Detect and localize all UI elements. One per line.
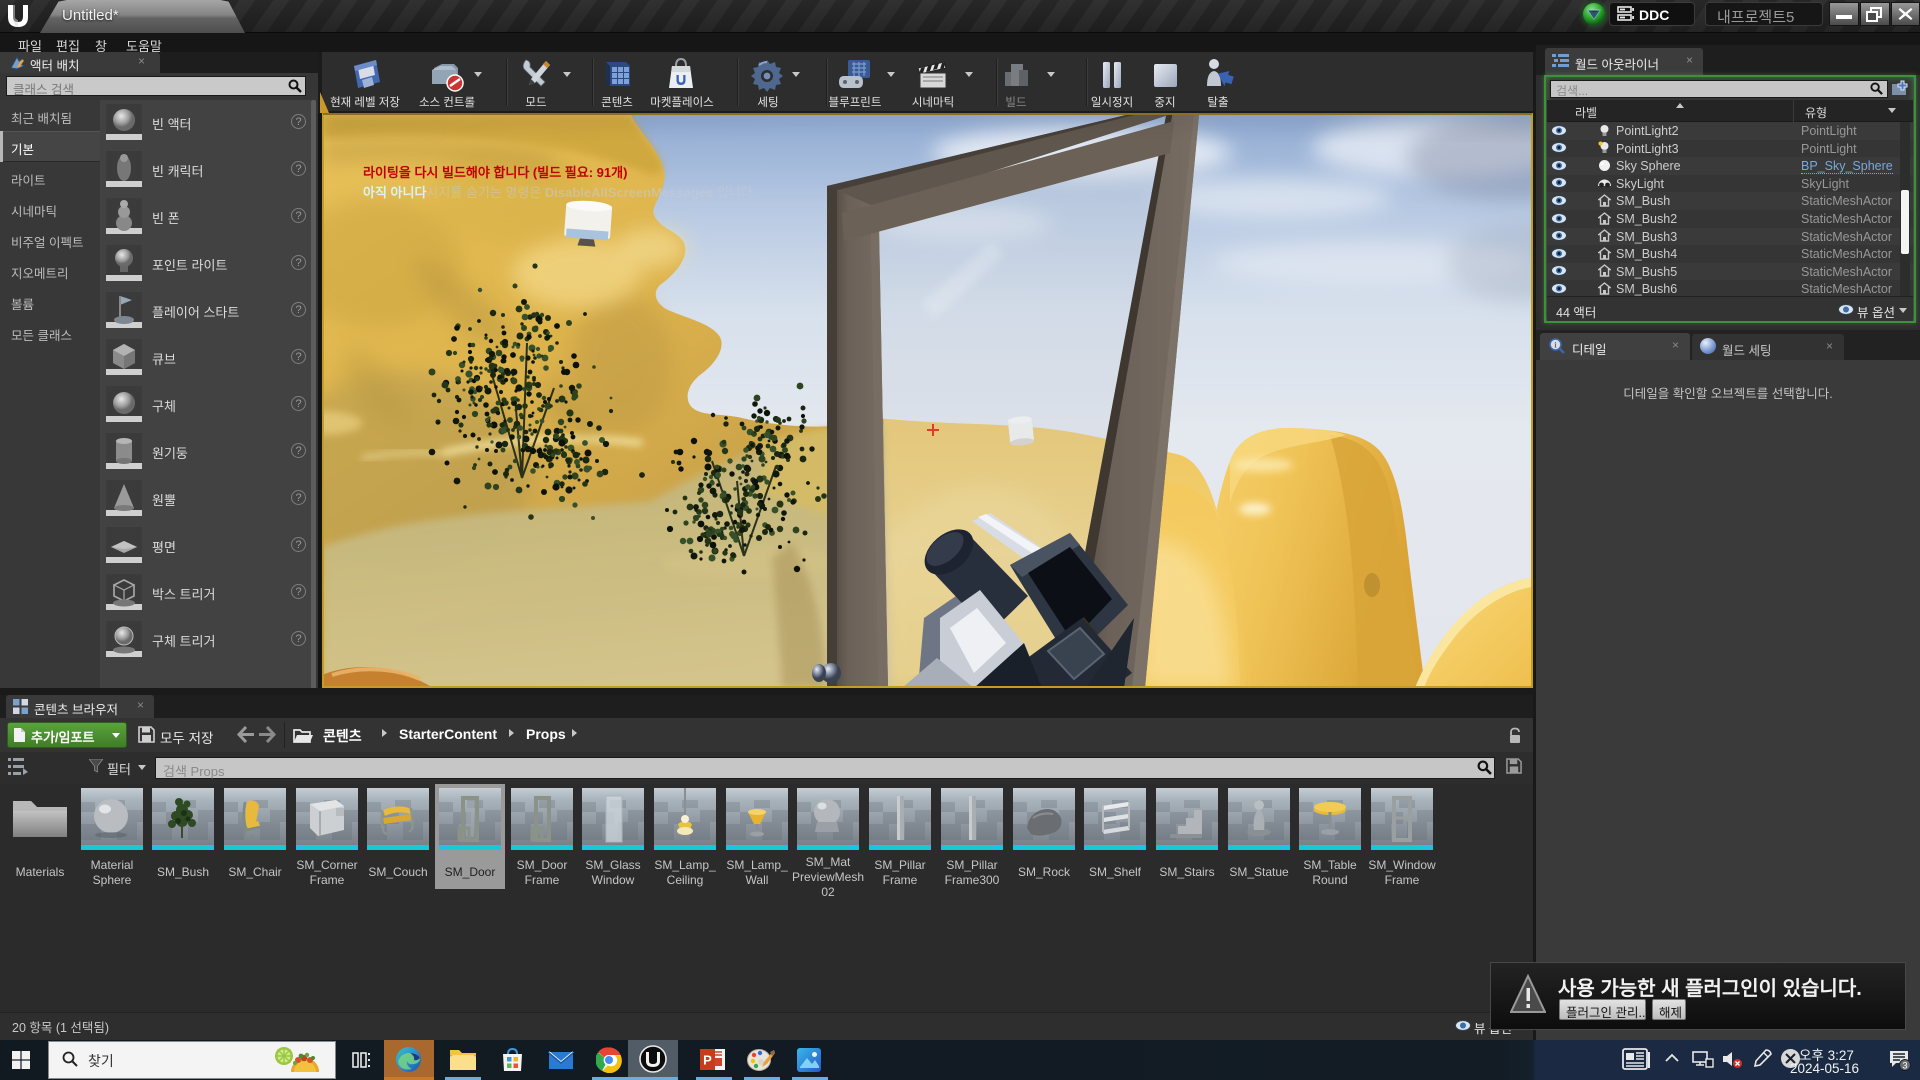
svg-text:P: P bbox=[703, 1053, 712, 1068]
svg-text:3: 3 bbox=[1902, 1061, 1907, 1071]
